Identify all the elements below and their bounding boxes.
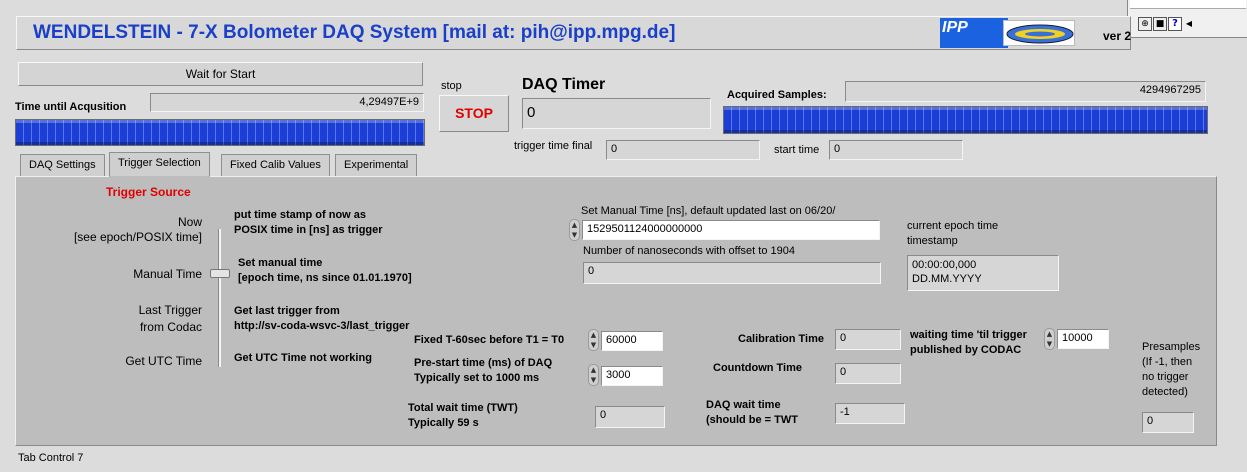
help-icon[interactable]: ? (1168, 17, 1182, 31)
presamples-value: 0 (1142, 412, 1194, 433)
waiting-time-input[interactable]: 10000 (1057, 329, 1109, 349)
slider-option-manual-time[interactable]: Manual Time (56, 267, 202, 281)
trigger-source-slider-thumb[interactable] (210, 269, 230, 278)
presamples-label: Presamples (If -1, then no trigger detec… (1142, 341, 1201, 398)
daq-wait-label: DAQ wait time (should be = TWT (706, 399, 798, 426)
tab-fixed-calib-values[interactable]: Fixed Calib Values (221, 154, 330, 176)
trigger-time-final-value: 0 (606, 140, 760, 160)
acquired-samples-label: Acquired Samples: (727, 89, 827, 101)
trigger-time-final-label: trigger time final (514, 140, 593, 152)
tab-control-label: Tab Control 7 (18, 452, 84, 464)
tab-panel-trigger-selection: Trigger Source Now [see epoch/POSIX time… (15, 176, 1217, 446)
calibration-time-label: Calibration Time (738, 333, 824, 345)
prestart-stepper[interactable]: ▲ ▼ (588, 364, 599, 386)
slider-option-now[interactable]: Now [see epoch/POSIX time] (56, 215, 202, 245)
trigger-source-title: Trigger Source (106, 185, 191, 199)
waiting-time-stepper[interactable]: ▲ ▼ (1044, 328, 1055, 350)
w7x-logo (1003, 20, 1075, 46)
prestart-label: Pre-start time (ms) of DAQ Typically set… (414, 357, 553, 384)
status-indicator: Wait for Start (18, 62, 423, 86)
nanoseconds-value: 0 (583, 262, 881, 284)
slider-option-last-trigger[interactable]: Last Trigger from Codac (56, 302, 202, 336)
total-wait-value: 0 (595, 406, 665, 428)
desc-last-trigger: Get last trigger from http://sv-coda-wsv… (234, 305, 410, 332)
calibration-time-value: 0 (835, 329, 901, 350)
lock-icon[interactable]: ■ (1153, 17, 1167, 31)
epoch-label: current epoch time timestamp (907, 220, 999, 247)
daq-timer-label: DAQ Timer (522, 76, 606, 93)
pin-icon[interactable]: ⊕ (1138, 17, 1152, 31)
desc-manual: Set manual time [epoch time, ns since 01… (238, 257, 412, 284)
epoch-value: 00:00:00,000 DD.MM.YYYY (907, 255, 1059, 291)
app-title: WENDELSTEIN - 7-X Bolometer DAQ System [… (33, 22, 676, 43)
status-text: Wait for Start (185, 67, 256, 81)
fixed-t60-input[interactable]: 60000 (601, 331, 663, 351)
manual-time-stepper[interactable]: ▲ ▼ (569, 219, 580, 241)
start-time-value: 0 (829, 140, 963, 160)
time-until-label: Time until Acqusition (15, 101, 127, 113)
version-label: ver 2 (1103, 29, 1132, 43)
desc-utc: Get UTC Time not working (234, 352, 372, 364)
prestart-input[interactable]: 3000 (601, 366, 663, 386)
stop-button[interactable]: STOP (439, 95, 509, 132)
nanoseconds-label: Number of nanoseconds with offset to 190… (583, 245, 795, 257)
countdown-time-label: Countdown Time (713, 362, 803, 374)
daq-wait-value: -1 (835, 403, 905, 424)
tab-experimental[interactable]: Experimental (335, 154, 418, 176)
manual-time-label: Set Manual Time [ns], default updated la… (581, 205, 836, 217)
acquired-samples-progress-bar (723, 106, 1208, 134)
manual-time-input[interactable]: 1529501124000000000 (582, 220, 880, 240)
trigger-source-slider-track[interactable] (218, 229, 221, 367)
fixed-t60-stepper[interactable]: ▲ ▼ (588, 329, 599, 351)
tab-daq-settings[interactable]: DAQ Settings (20, 154, 105, 176)
time-until-progress-bar (15, 119, 425, 146)
ipp-logo: IPP (940, 18, 1008, 48)
slider-option-get-utc-time[interactable]: Get UTC Time (56, 354, 202, 368)
countdown-time-value: 0 (835, 363, 901, 384)
stop-label: stop (441, 80, 462, 92)
acquired-samples-value: 4294967295 (845, 81, 1206, 102)
daq-timer-value: 0 (522, 98, 711, 129)
window-titlebar-fragment: ⊕ ■ ? ◀ (1127, 0, 1247, 38)
total-wait-label: Total wait time (TWT) Typically 59 s (408, 402, 518, 429)
tab-trigger-selection[interactable]: Trigger Selection (109, 152, 210, 177)
time-until-value: 4,29497E+9 (150, 93, 424, 112)
header-bar: WENDELSTEIN - 7-X Bolometer DAQ System [… (16, 16, 1131, 50)
waiting-time-label: waiting time 'til trigger published by C… (910, 329, 1027, 356)
desc-now: put time stamp of now as POSIX time in [… (234, 209, 383, 236)
start-time-label: start time (774, 144, 820, 156)
fixed-t60-label: Fixed T-60sec before T1 = T0 (414, 334, 565, 346)
scroll-left-icon[interactable]: ◀ (1183, 17, 1195, 31)
